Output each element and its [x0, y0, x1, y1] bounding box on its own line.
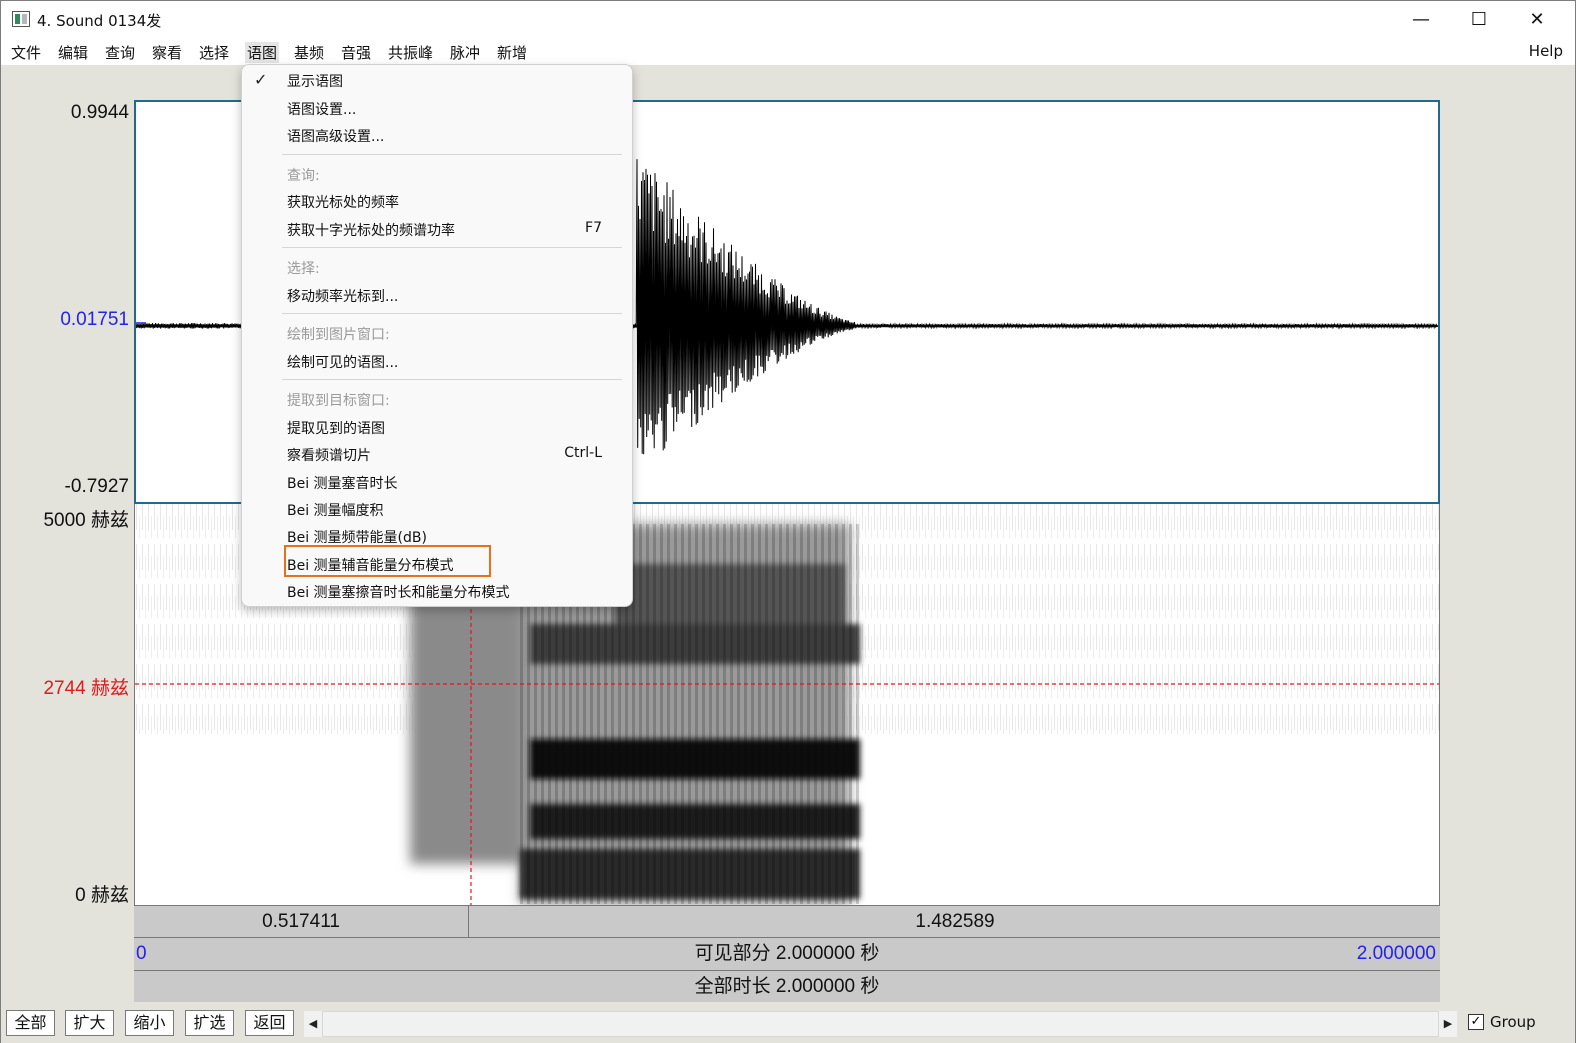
menu-spectrum[interactable]: 语图	[245, 42, 280, 63]
menu-separator	[282, 379, 622, 380]
title-bar: 4. Sound 0134发 — ☐ ✕	[1, 1, 1575, 39]
menu-item-bei-amplitude-integral[interactable]: Bei 测量幅度积	[287, 500, 384, 520]
wave-ymax-label: 0.9944	[70, 102, 129, 123]
app-icon	[12, 11, 30, 27]
menu-header-extract: 提取到目标窗口:	[287, 393, 390, 409]
menu-edit[interactable]: 编辑	[58, 42, 88, 63]
menu-item-bei-band-energy[interactable]: Bei 测量频带能量(dB)	[287, 527, 427, 547]
menu-header-query: 查询:	[287, 168, 320, 184]
shortcut-ctrl-l: Ctrl-L	[564, 445, 602, 461]
menu-new[interactable]: 新增	[497, 42, 527, 63]
menu-item-extract-visible-spectrogram[interactable]: 提取见到的语图	[287, 418, 385, 438]
menu-help[interactable]: Help	[1529, 42, 1563, 60]
group-label: Group	[1490, 1013, 1536, 1031]
horizontal-scrollbar[interactable]	[322, 1011, 1439, 1037]
spectrum-menu-dropdown: ✓ 显示语图 语图设置... 语图高级设置... 查询: 获取光标处的频率 获取…	[241, 64, 633, 607]
menu-item-view-spectral-slice[interactable]: 察看频谱切片	[287, 445, 371, 465]
menu-file[interactable]: 文件	[11, 42, 41, 63]
spec-ymax-label: 5000 赫兹	[43, 510, 129, 531]
zoom-back-button[interactable]: 返回	[245, 1010, 294, 1036]
praat-sound-editor-window: 4. Sound 0134发 — ☐ ✕ 文件 编辑 查询 察看 选择 语图 基…	[0, 0, 1576, 1043]
menu-separator	[282, 313, 622, 314]
menu-pitch[interactable]: 基频	[294, 42, 324, 63]
menu-formant[interactable]: 共振峰	[388, 42, 433, 63]
maximize-button[interactable]: ☐	[1456, 5, 1502, 35]
menu-header-select: 选择:	[287, 261, 320, 277]
bottom-toolbar: 全部 扩大 缩小 扩选 返回 ◀ ▶ ✓ Group	[1, 1005, 1575, 1043]
spec-cursor-label: 2744 赫兹	[43, 678, 129, 699]
wave-ymin-label: -0.7927	[64, 476, 129, 497]
group-checkbox[interactable]: ✓	[1468, 1014, 1484, 1030]
cursor-right-duration[interactable]: 1.482589	[470, 906, 1440, 937]
shortcut-f7: F7	[585, 220, 602, 236]
visible-end: 2.000000	[1356, 943, 1436, 964]
wave-cursor-label: 0.01751	[60, 309, 129, 330]
scroll-right-arrow-icon[interactable]: ▶	[1439, 1011, 1457, 1037]
menu-item-move-frequency-cursor[interactable]: 移动频率光标到...	[287, 286, 398, 306]
menu-query[interactable]: 查询	[105, 42, 135, 63]
total-time-bar[interactable]: 全部时长 2.000000 秒	[134, 970, 1440, 1002]
menu-pulses[interactable]: 脉冲	[450, 42, 480, 63]
menu-item-spectrogram-settings[interactable]: 语图设置...	[287, 99, 356, 119]
highlight-annotation-box	[284, 545, 491, 577]
menu-intensity[interactable]: 音强	[341, 42, 371, 63]
scroll-left-arrow-icon[interactable]: ◀	[304, 1011, 322, 1037]
close-button[interactable]: ✕	[1514, 5, 1560, 35]
menu-bar: 文件 编辑 查询 察看 选择 语图 基频 音强 共振峰 脉冲 新增 Help	[1, 39, 1575, 65]
window-title: 4. Sound 0134发	[37, 12, 162, 30]
spec-ymin-label: 0 赫兹	[75, 885, 129, 906]
cursor-left-duration[interactable]: 0.517411	[134, 906, 469, 937]
zoom-selection-button[interactable]: 扩选	[185, 1010, 234, 1036]
menu-item-get-frequency[interactable]: 获取光标处的频率	[287, 192, 399, 212]
menu-separator	[282, 247, 622, 248]
zoom-all-button[interactable]: 全部	[6, 1010, 55, 1036]
cursor-time-bar[interactable]: 0.517411 1.482589	[134, 905, 1440, 937]
menu-item-bei-affricate-duration-energy[interactable]: Bei 测量塞擦音时长和能量分布模式	[287, 582, 510, 602]
menu-select[interactable]: 选择	[199, 42, 229, 63]
menu-item-advanced-settings[interactable]: 语图高级设置...	[287, 126, 384, 146]
menu-header-draw: 绘制到图片窗口:	[287, 327, 390, 343]
menu-view[interactable]: 察看	[152, 42, 182, 63]
visible-time-bar[interactable]: 0 可见部分 2.000000 秒 2.000000	[134, 937, 1440, 970]
menu-item-get-spectral-power[interactable]: 获取十字光标处的频谱功率	[287, 220, 455, 240]
zoom-in-button[interactable]: 扩大	[65, 1010, 114, 1036]
menu-item-show-spectrogram[interactable]: 显示语图	[287, 71, 343, 91]
menu-item-bei-stop-duration[interactable]: Bei 测量塞音时长	[287, 473, 398, 493]
checkmark-icon: ✓	[254, 70, 268, 89]
visible-duration[interactable]: 可见部分 2.000000 秒	[134, 938, 1440, 970]
total-duration[interactable]: 全部时长 2.000000 秒	[134, 971, 1440, 1002]
minimize-button[interactable]: —	[1398, 5, 1444, 35]
menu-separator	[282, 154, 622, 155]
zoom-out-button[interactable]: 缩小	[125, 1010, 174, 1036]
menu-item-draw-visible-spectrogram[interactable]: 绘制可见的语图...	[287, 352, 398, 372]
